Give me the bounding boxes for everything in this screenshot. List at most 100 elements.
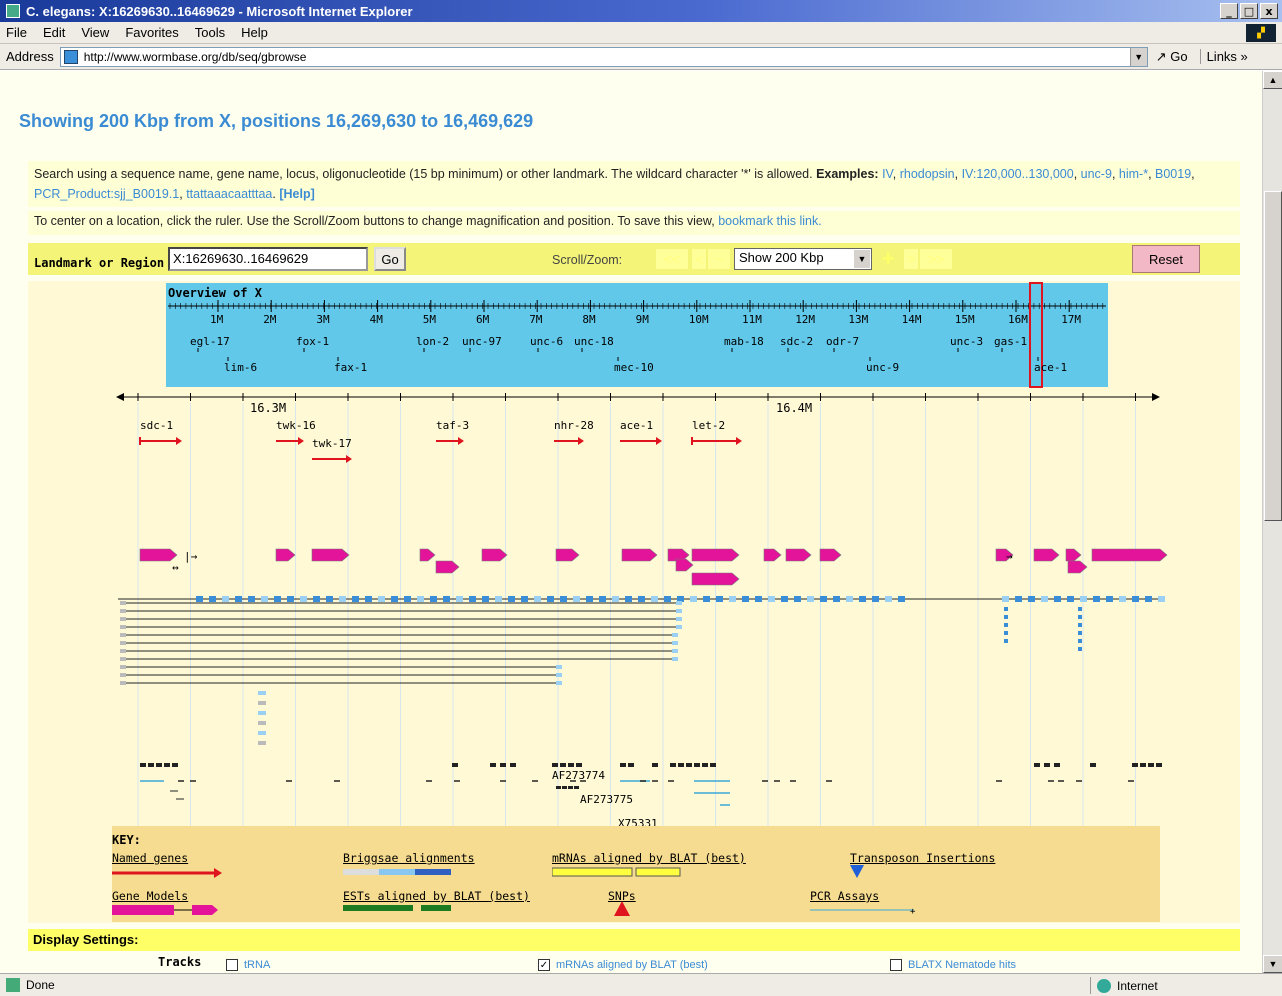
scrollbar-thumb[interactable] [1264, 191, 1282, 521]
key-gene-models: Gene Models [112, 889, 189, 903]
landmark-go-button[interactable]: Go [374, 247, 407, 271]
zoom-select[interactable]: Show 200 Kbp ▼ [734, 248, 872, 270]
gene-models-track: ↔ |→ → [139, 548, 1168, 586]
track-checkbox[interactable] [890, 959, 902, 971]
track-option-mrnas[interactable]: ✓ mRNAs aligned by BLAT (best) [538, 959, 708, 971]
status-bar: Done Internet [0, 973, 1282, 996]
example-link[interactable]: ttattaaacaatttaa [186, 187, 272, 201]
zoom-in-button[interactable]: + [878, 246, 898, 271]
est-mark [620, 763, 626, 767]
maximize-button[interactable]: □ [1240, 3, 1258, 19]
overview-gene-label: lon-2 [416, 335, 449, 348]
alignment-block [326, 596, 333, 602]
alignment-block [534, 596, 541, 602]
scroll-far-left-button[interactable]: << [656, 249, 688, 269]
alignment-block [120, 641, 126, 645]
svg-text:+: + [910, 907, 916, 915]
bookmark-link[interactable]: bookmark this link. [718, 214, 822, 228]
reset-button[interactable]: Reset [1132, 245, 1200, 273]
alignment-block [287, 596, 294, 602]
gene-model [275, 548, 296, 562]
example-link[interactable]: him-* [1119, 167, 1148, 181]
overview-tick-label: 11M [742, 313, 762, 326]
alignment-block [120, 649, 126, 653]
scroll-far-right-button[interactable]: >> [920, 249, 952, 269]
scroll-right-button[interactable]: > [904, 249, 918, 269]
gene-models-swatch [112, 905, 218, 915]
alignment-block [651, 596, 658, 602]
alignment-block [676, 625, 682, 629]
minimize-button[interactable]: _ [1220, 3, 1238, 19]
named-gene-arrowhead [656, 437, 662, 445]
example-link[interactable]: IV:120,000..130,000 [962, 167, 1074, 181]
menu-edit[interactable]: Edit [43, 25, 65, 40]
ie-icon [6, 4, 20, 18]
est-mark [1090, 763, 1096, 767]
gene-model [1067, 560, 1088, 574]
alignment-block [742, 596, 749, 602]
page-icon [63, 49, 78, 64]
est-mark [1156, 763, 1162, 767]
status-text: Done [26, 978, 55, 992]
landmark-input[interactable]: X:16269630..16469629 [168, 247, 369, 271]
gene-model [763, 548, 782, 562]
example-link[interactable]: rhodopsin [900, 167, 955, 181]
menu-file[interactable]: File [6, 25, 27, 40]
address-input[interactable]: http://www.wormbase.org/db/seq/gbrowse ▼ [59, 46, 1148, 67]
alignment-block [599, 596, 606, 602]
alignment-block [1004, 623, 1008, 627]
example-link[interactable]: unc-9 [1081, 167, 1112, 181]
alignment-block [556, 681, 562, 685]
menu-favorites[interactable]: Favorites [125, 25, 178, 40]
zoom-out-button[interactable]: − [708, 249, 730, 269]
tracks-row: Tracks tRNA ✓ mRNAs aligned by BLAT (bes… [28, 951, 1240, 973]
alignment-block [1078, 631, 1082, 635]
alignment-block [560, 596, 567, 602]
alignment-block [1054, 596, 1061, 602]
alignment-block [1028, 596, 1035, 602]
chevron-down-icon[interactable]: ▼ [1129, 47, 1147, 66]
vertical-scrollbar[interactable]: ▲ ▼ [1262, 71, 1282, 973]
overview-gene-label: unc-9 [866, 361, 899, 374]
overview-gene-label: odr-7 [826, 335, 859, 348]
briggsae-alignments-track [118, 596, 1165, 745]
track-checkbox[interactable] [226, 959, 238, 971]
track-option-label: mRNAs aligned by BLAT (best) [556, 959, 708, 971]
address-go-button[interactable]: ↗ Go [1156, 49, 1188, 65]
est-mark [628, 763, 634, 767]
alignment-block [556, 673, 562, 677]
track-option-trna[interactable]: tRNA [226, 959, 270, 971]
windows-logo-icon: ▞ [1246, 24, 1276, 42]
menu-help[interactable]: Help [241, 25, 268, 40]
track-checkbox[interactable]: ✓ [538, 959, 550, 971]
named-gene-arrowhead [736, 437, 742, 445]
alignment-block [339, 596, 346, 602]
alignment-block [261, 596, 268, 602]
scroll-left-button[interactable]: < [692, 249, 706, 269]
close-button[interactable]: x [1260, 3, 1278, 19]
menu-view[interactable]: View [81, 25, 109, 40]
alignment-block [222, 596, 229, 602]
links-button[interactable]: Links » [1199, 49, 1248, 64]
example-link[interactable]: B0019 [1155, 167, 1191, 181]
menu-tools[interactable]: Tools [195, 25, 225, 40]
page-title: Showing 200 Kbp from X, positions 16,269… [19, 111, 534, 131]
named-gene-arrowhead [176, 437, 182, 445]
alignment-block [258, 731, 266, 735]
alignment-block [1002, 596, 1009, 602]
help-link[interactable]: [Help] [279, 187, 314, 201]
track-option-blatx[interactable]: BLATX Nematode hits [890, 959, 1016, 971]
example-link[interactable]: PCR_Product:sjj_B0019.1 [34, 187, 179, 201]
snp-icon [614, 901, 630, 916]
transposon-icon [850, 865, 864, 878]
example-link[interactable]: IV [882, 167, 893, 181]
alignment-block [1078, 639, 1082, 643]
alignment-block [258, 711, 266, 715]
scroll-up-icon[interactable]: ▲ [1263, 71, 1282, 89]
alignment-block [248, 596, 255, 602]
overview-gene-label: mec-10 [614, 361, 654, 374]
overview-tick-label: 1M [210, 313, 224, 326]
scroll-down-icon[interactable]: ▼ [1263, 955, 1282, 973]
genome-browser-image[interactable]: Overview of X 1M 2M 3M 4M 5M 6M 7M 8M 9M 10M 11M 12… [0, 281, 1262, 841]
named-gene-label: sdc-1 [140, 419, 173, 432]
